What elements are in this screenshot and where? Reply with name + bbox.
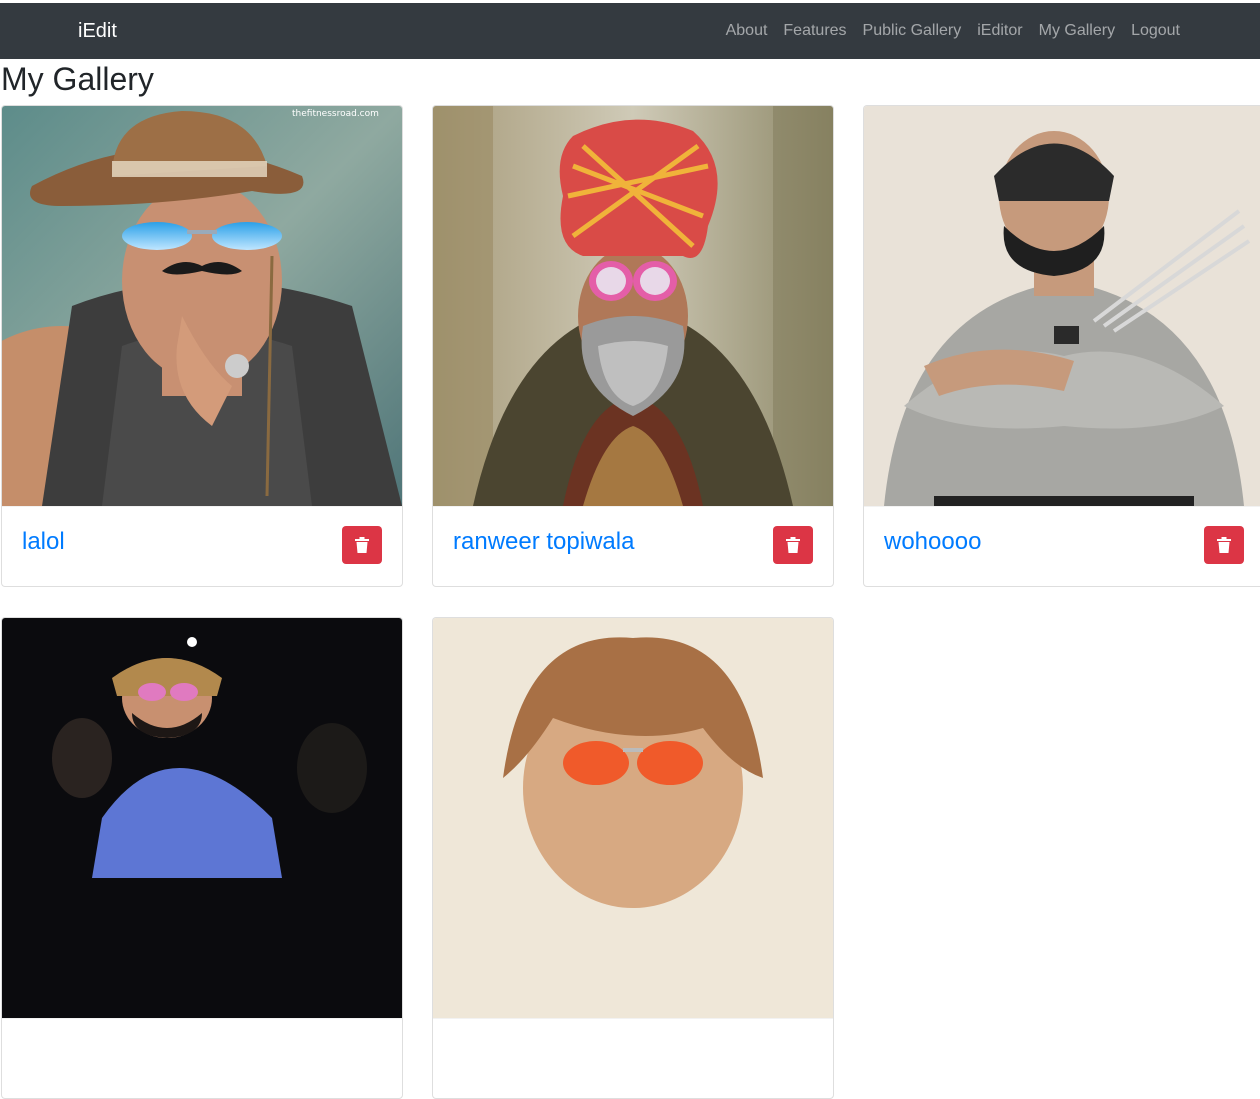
gallery-card: ranweer topiwala <box>432 105 834 587</box>
delete-button[interactable] <box>1204 526 1244 564</box>
trash-icon <box>1217 537 1231 553</box>
nav-public-gallery[interactable]: Public Gallery <box>855 21 970 41</box>
delete-button[interactable] <box>773 526 813 564</box>
nav-logout[interactable]: Logout <box>1123 21 1180 41</box>
nav-ieditor[interactable]: iEditor <box>969 21 1030 41</box>
nav-links: About Features Public Gallery iEditor My… <box>718 21 1180 41</box>
gallery-image[interactable] <box>2 618 402 1018</box>
trash-icon <box>786 537 800 553</box>
gallery-card <box>432 617 834 1099</box>
gallery-card <box>1 617 403 1099</box>
gallery-image[interactable] <box>433 618 833 1018</box>
gallery-image[interactable] <box>433 106 833 506</box>
navbar: iEdit About Features Public Gallery iEdi… <box>0 3 1260 59</box>
nav-about[interactable]: About <box>718 21 776 41</box>
watermark-text: thefitnessroad.com <box>292 109 379 119</box>
nav-my-gallery[interactable]: My Gallery <box>1031 21 1123 41</box>
brand-link[interactable]: iEdit <box>78 20 117 42</box>
gallery-card: wohoooo <box>863 105 1260 587</box>
card-title[interactable]: ranweer topiwala <box>453 529 634 555</box>
card-body: lalol <box>2 506 402 586</box>
card-title[interactable]: wohoooo <box>884 529 981 555</box>
delete-button[interactable] <box>342 526 382 564</box>
gallery-image[interactable] <box>864 106 1260 506</box>
card-title[interactable]: lalol <box>22 529 65 555</box>
nav-features[interactable]: Features <box>775 21 854 41</box>
gallery-image[interactable]: thefitnessroad.com <box>2 106 402 506</box>
card-body <box>2 1018 402 1098</box>
gallery-card: thefitnessroad.com lalol <box>1 105 403 587</box>
trash-icon <box>355 537 369 553</box>
page-title: My Gallery <box>1 61 154 97</box>
card-body <box>433 1018 833 1098</box>
card-body: ranweer topiwala <box>433 506 833 586</box>
card-body: wohoooo <box>864 506 1260 586</box>
